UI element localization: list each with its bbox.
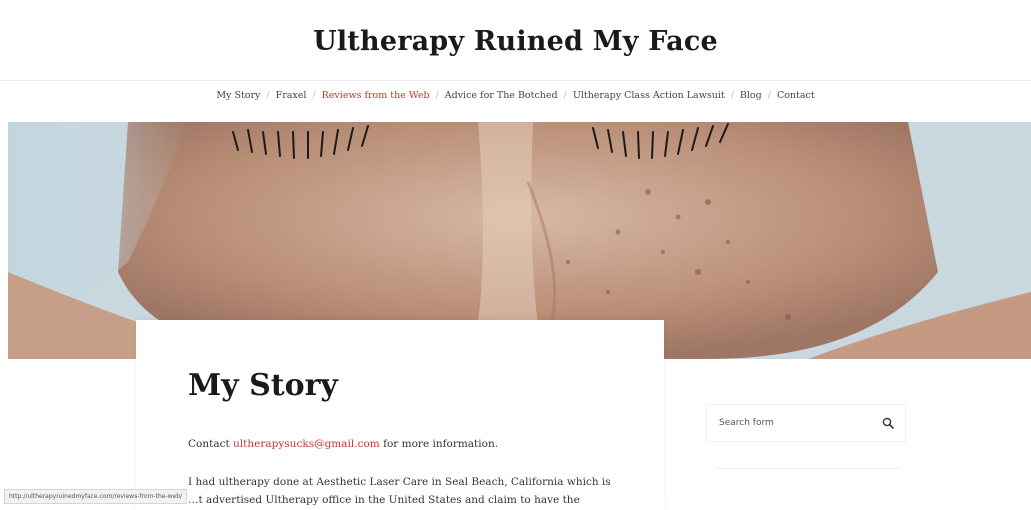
nav-separator: / [563,90,567,101]
search-input[interactable] [707,405,865,441]
nav-item-reviews[interactable]: Reviews from the Web [322,90,430,101]
sidebar-divider [716,468,900,469]
nav-item-contact[interactable]: Contact [777,90,815,101]
browser-status-bar: http://ultherapyruinedmyface.com/reviews… [4,489,188,504]
search-button[interactable] [871,405,905,441]
article-paragraph-line-1: I had ultherapy done at Aesthetic Laser … [188,476,611,488]
nav-item-my-story[interactable]: My Story [216,90,260,101]
nav-separator: / [435,90,439,101]
nav-item-blog[interactable]: Blog [740,90,762,101]
article-title: My Story [188,368,338,403]
article-card: My Story Contact ultherapysucks@gmail.co… [136,320,664,510]
contact-prefix: Contact [188,438,230,450]
article-paragraph-line-2: …t advertised Ultherapy office in the Un… [188,494,580,506]
nav-separator: / [730,90,734,101]
main-nav: My Story / Fraxel / Reviews from the Web / Adv… [0,90,1031,101]
contact-email-link[interactable]: ultherapysucks@gmail.com [233,438,380,450]
nav-separator: / [312,90,316,101]
nav-item-fraxel[interactable]: Fraxel [276,90,307,101]
nav-divider [0,80,1031,81]
nav-item-lawsuit[interactable]: Ultherapy Class Action Lawsuit [573,90,725,101]
contact-suffix: for more information. [383,438,499,450]
contact-line: Contact ultherapysucks@gmail.com for mor… [188,438,498,450]
sidebar-search [706,404,906,442]
site-title[interactable]: Ultherapy Ruined My Face [0,26,1031,57]
nav-item-advice[interactable]: Advice for The Botched [445,90,558,101]
search-icon [882,417,894,429]
nav-separator: / [767,90,771,101]
nav-separator: / [266,90,270,101]
